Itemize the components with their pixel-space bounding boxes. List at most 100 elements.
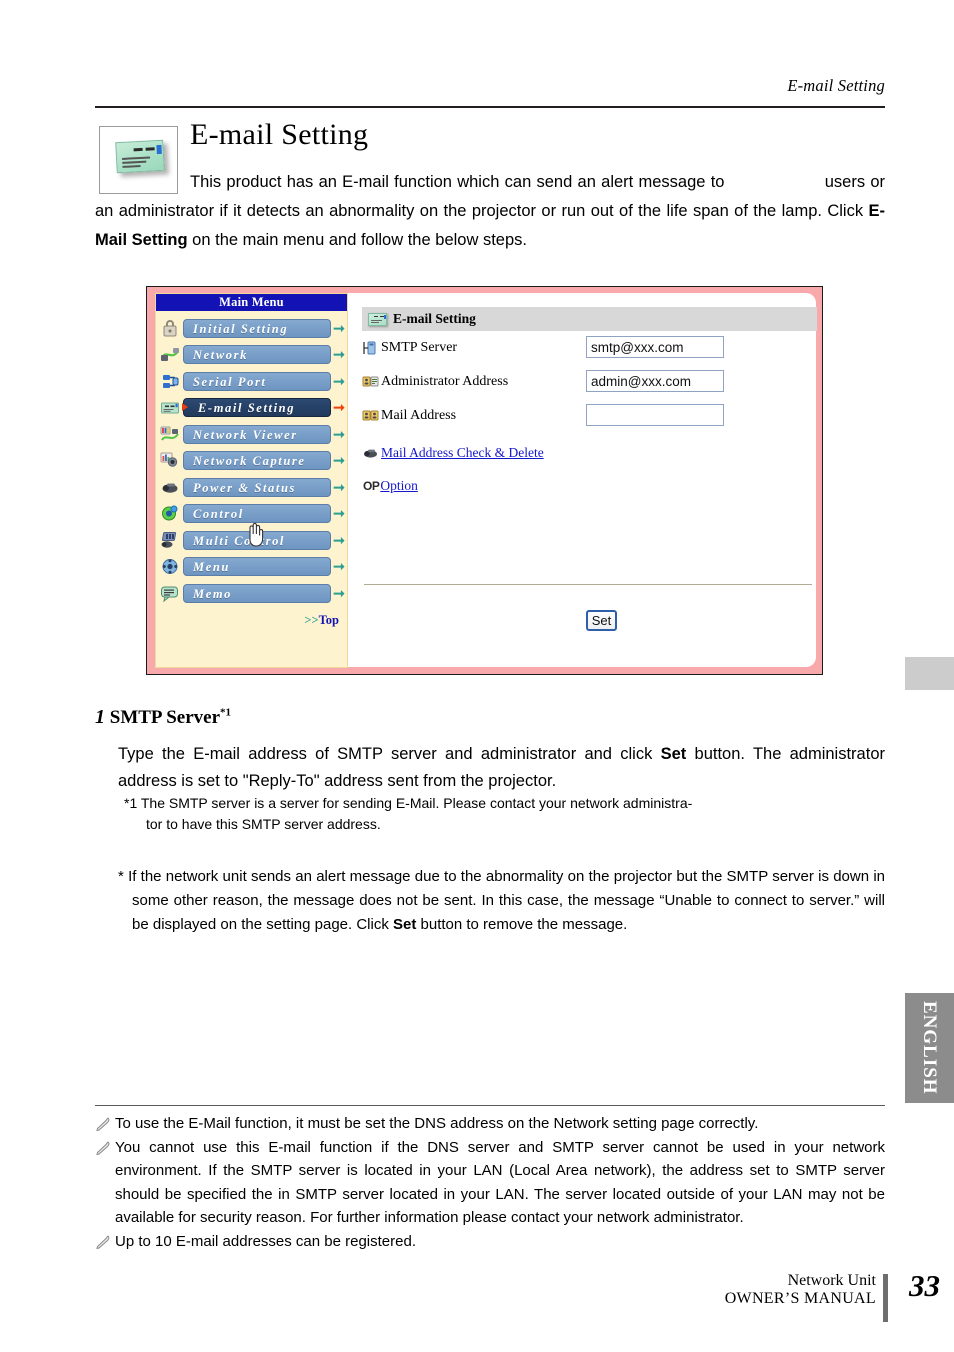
side-tab-marker [905,657,954,690]
email-setting-panel: E-mail Setting SMTP Server Administrator… [362,293,817,667]
set-button[interactable]: Set [586,610,617,631]
mail-address-check-delete-link[interactable]: Mail Address Check & Delete [381,445,544,461]
top-link-prefix: >> [304,612,319,627]
step-1-asterisk-note: * If the network unit sends an alert mes… [118,865,885,937]
field-row-mail-address: Mail Address [362,408,456,424]
sidebar-label-e-mail-setting: E-mail Setting [183,398,331,418]
chevron-right-icon: ➞ [333,505,345,522]
footer-manual-title: Network Unit OWNER’S MANUAL [676,1272,876,1308]
network-viewer-icon [160,425,180,444]
sidebar-item-power-and-status[interactable]: Power & Status ➞ [156,474,347,501]
sidebar-label-memo: Memo [183,583,331,603]
op-badge-icon: OP [363,479,380,493]
menu-wheel-icon [160,557,180,576]
top-link[interactable]: >>Top [156,607,347,628]
asterisk-note-bold-set: Set [393,916,417,933]
intro-line-1: This product has an E-mail function whic… [190,173,725,191]
chevron-right-icon: ➞ [333,346,345,363]
option-row: OP Option [363,478,418,494]
network-capture-icon [160,451,180,470]
main-menu-list: Initial Setting ➞ Network ➞ Serial Port … [156,311,347,607]
footer-line-2: OWNER’S MANUAL [724,1290,876,1307]
note-item: To use the E-Mail function, it must be s… [95,1112,885,1136]
page-number: 33 [909,1268,940,1303]
step-1-line-1a: Type the E-mail address of SMTP server a… [118,745,661,763]
running-header: E-mail Setting [95,76,885,96]
memo-icon [160,584,180,603]
sidebar-item-e-mail-setting[interactable]: E-mail Setting ➞ [156,395,347,547]
notes-divider [95,1105,885,1107]
footer-divider-bar [883,1274,888,1322]
mail-address-input[interactable] [586,404,724,426]
network-cable-icon [160,345,180,364]
field-row-administrator-address: Administrator Address [362,374,508,390]
note-item: You cannot use this E-mail function if t… [95,1136,885,1230]
multi-control-icon [160,531,180,550]
serial-port-icon [160,372,180,391]
sidebar-label-network: Network [183,345,331,365]
hand-cursor-icon [244,521,266,547]
projector-icon [362,445,379,461]
side-tab-language: ENGLISH [905,993,954,1103]
panel-divider [364,584,812,585]
option-link[interactable]: Option [380,478,418,494]
footer-line-1: Network Unit [787,1272,876,1289]
smtp-server-input[interactable] [586,336,724,358]
chevron-right-icon-active: ➞ [333,399,345,416]
intro-line-3a: out of the life span of the lamp. Click [590,202,869,220]
sidebar-item-network-capture[interactable]: Network Capture ➞ [156,448,347,475]
field-row-smtp-server: SMTP Server [362,340,457,356]
step-heading-text: SMTP Server [109,707,221,728]
projector-icon [160,478,180,497]
sidebar-item-serial-port[interactable]: Serial Port ➞ [156,368,347,395]
sidebar-item-network-viewer[interactable]: Network Viewer ➞ [156,421,347,448]
step-1-line-1b: button. [686,745,745,763]
intro-line-4: below steps. [435,231,527,249]
selected-marker-icon [182,402,188,411]
intro-line-3b: on the main menu and follow the [187,231,431,249]
panel-header: E-mail Setting [362,307,817,331]
mail-address-icon [362,408,379,424]
sidebar-label-network-viewer: Network Viewer [183,424,331,444]
sidebar-item-initial-setting[interactable]: Initial Setting ➞ [156,315,347,342]
chevron-right-icon: ➞ [333,452,345,469]
screenshot-page-body: Main Menu Initial Setting ➞ Network ➞ Se… [155,293,817,668]
step-1-bold-set: Set [660,745,687,763]
administrator-address-input[interactable] [586,370,724,392]
note-item: Up to 10 E-mail addresses can be registe… [95,1230,885,1254]
notes-list: To use the E-Mail function, it must be s… [95,1112,885,1253]
field-label-administrator-address: Administrator Address [381,374,509,389]
panel-header-title: E-mail Setting [393,311,476,326]
pen-note-icon [95,1140,111,1155]
step-number: 1 [95,706,105,728]
mail-address-check-delete-row: Mail Address Check & Delete [362,445,544,461]
padlock-icon [160,319,180,338]
envelope-icon [160,398,180,417]
screenshot-pink-frame: Main Menu Initial Setting ➞ Network ➞ Se… [147,287,822,674]
pen-note-icon [95,1116,111,1132]
envelope-icon [368,312,387,326]
top-link-label: Top [318,612,339,627]
sidebar-item-memo[interactable]: Memo ➞ [156,580,347,607]
chevron-right-icon: ➞ [333,319,345,336]
sidebar-item-network[interactable]: Network ➞ [156,342,347,369]
header-rule [95,106,885,108]
pen-note-icon [95,1234,111,1249]
footnote-line-1: *1 The SMTP server is a server for sendi… [124,795,693,811]
chevron-right-icon: ➞ [333,531,345,548]
note-text: You cannot use this E-mail function if t… [115,1138,885,1227]
step-heading-footnote-marker: *1 [220,706,232,719]
sidebar-label-menu: Menu [183,557,331,577]
administrator-icon [362,374,379,390]
chevron-right-icon: ➞ [333,372,345,389]
chevron-right-icon: ➞ [333,425,345,442]
page-footer: Network Unit OWNER’S MANUAL 33 [600,1268,954,1330]
note-text: To use the E-Mail function, it must be s… [115,1115,759,1132]
sidebar-item-menu[interactable]: Menu ➞ [156,554,347,581]
chevron-right-icon: ➞ [333,478,345,495]
step-1-body: Type the E-mail address of SMTP server a… [118,741,885,795]
running-header-text: E-mail Setting [787,76,885,95]
intro-paragraph: This product has an E-mail function whic… [95,168,885,255]
side-tab-language-label: ENGLISH [919,1001,940,1095]
browser-screenshot: Main Menu Initial Setting ➞ Network ➞ Se… [146,286,823,675]
